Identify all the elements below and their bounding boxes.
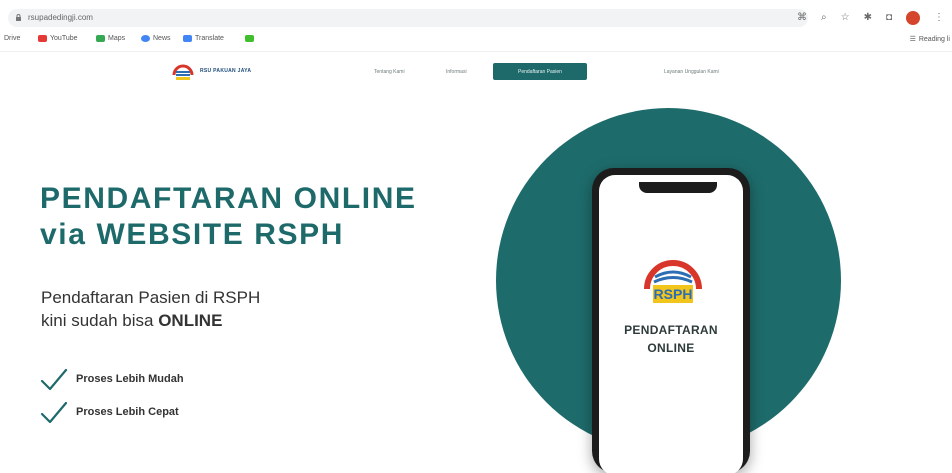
hero-subtitle-prefix: kini sudah bisa [41,311,154,330]
bookmark-extra[interactable] [245,35,254,42]
bookmark-star-icon[interactable]: ☆ [841,12,850,24]
phone-screen: RSPH PENDAFTARAN ONLINE [599,175,743,473]
reading-list-icon: ☰ [909,36,916,43]
nav-tentang-kami[interactable]: Tentang Kami [374,69,405,75]
check-icon [40,401,68,424]
menu-icon[interactable]: ⋮ [934,12,944,24]
phone-title: PENDAFTARAN ONLINE [599,321,743,357]
site-navbar: RSU PAKUAN JAYA Tentang Kami Informasi P… [0,56,952,90]
bookmarks-bar: Drive YouTube Maps News Translate ☰ Read… [0,30,952,52]
translate-page-icon[interactable]: ⌘ [797,12,807,24]
hero-subtitle-bold: ONLINE [158,311,223,330]
news-icon [141,35,150,42]
lock-icon [16,14,21,21]
phone-notch [639,182,717,193]
feature-item: Proses Lebih Cepat [40,400,179,424]
extra-bookmark-icon [245,35,254,42]
rsph-logo-text: RSPH [654,286,693,302]
bookmark-youtube[interactable]: YouTube [38,35,78,42]
phone-illustration: RSPH PENDAFTARAN ONLINE [592,168,750,473]
hospital-logo-icon [172,64,194,80]
youtube-icon [38,35,47,42]
hero-subtitle-line2: kini sudah bisa ONLINE [41,309,260,332]
bookmark-label: Maps [108,35,126,42]
phone-title-line1: PENDAFTARAN [624,323,718,337]
check-icon [40,368,68,391]
url-text: rsupadedingji.com [28,13,93,22]
profile-avatar[interactable] [906,11,920,25]
logo-text: RSU PAKUAN JAYA [200,68,252,74]
nav-layanan[interactable]: Layanan Unggulan Kami [664,69,719,75]
bookmark-label: News [153,35,171,42]
bookmark-news[interactable]: News [141,35,171,42]
bookmark-label: Translate [195,35,224,42]
reading-list[interactable]: ☰ Reading li [909,35,950,44]
browser-actions: ⌘ ⌕ ☆ ✱ ◘ ⋮ [797,11,944,25]
zoom-icon[interactable]: ⌕ [821,12,827,24]
extension-icon[interactable]: ✱ [864,12,872,24]
nav-pendaftaran-pasien[interactable]: Pendaftaran Pasien [493,63,587,80]
maps-icon [96,35,105,42]
nav-informasi[interactable]: Informasi [446,69,467,75]
site-logo[interactable]: RSU PAKUAN JAYA [172,60,251,82]
rsph-logo-icon: RSPH [644,260,702,303]
feature-label: Proses Lebih Mudah [76,373,184,385]
reading-list-label: Reading li [918,35,950,43]
bookmark-maps[interactable]: Maps [96,35,125,42]
bookmark-translate[interactable]: Translate [183,35,224,42]
hero-title-line2: via WEBSITE RSPH [40,218,344,251]
browser-toolbar: rsupadedingji.com ⌘ ⌕ ☆ ✱ ◘ ⋮ [0,0,952,30]
phone-title-line2: ONLINE [647,341,695,355]
nav-active-label: Pendaftaran Pasien [518,68,562,75]
address-bar[interactable]: rsupadedingji.com [8,9,808,27]
hero-subtitle: Pendaftaran Pasien di RSPH kini sudah bi… [41,286,260,332]
feature-label: Proses Lebih Cepat [76,406,179,418]
bookmark-drive[interactable]: Drive [4,35,20,42]
translate-icon [183,35,192,42]
bookmark-label: YouTube [50,35,78,42]
hero-subtitle-line1: Pendaftaran Pasien di RSPH [41,288,261,307]
hero-title-line1: PENDAFTARAN ONLINE [40,182,417,215]
extension-icon-2[interactable]: ◘ [886,12,892,24]
bookmark-label: Drive [4,35,21,42]
hero-title: PENDAFTARAN ONLINE via WEBSITE RSPH [40,181,417,253]
feature-item: Proses Lebih Mudah [40,367,184,391]
